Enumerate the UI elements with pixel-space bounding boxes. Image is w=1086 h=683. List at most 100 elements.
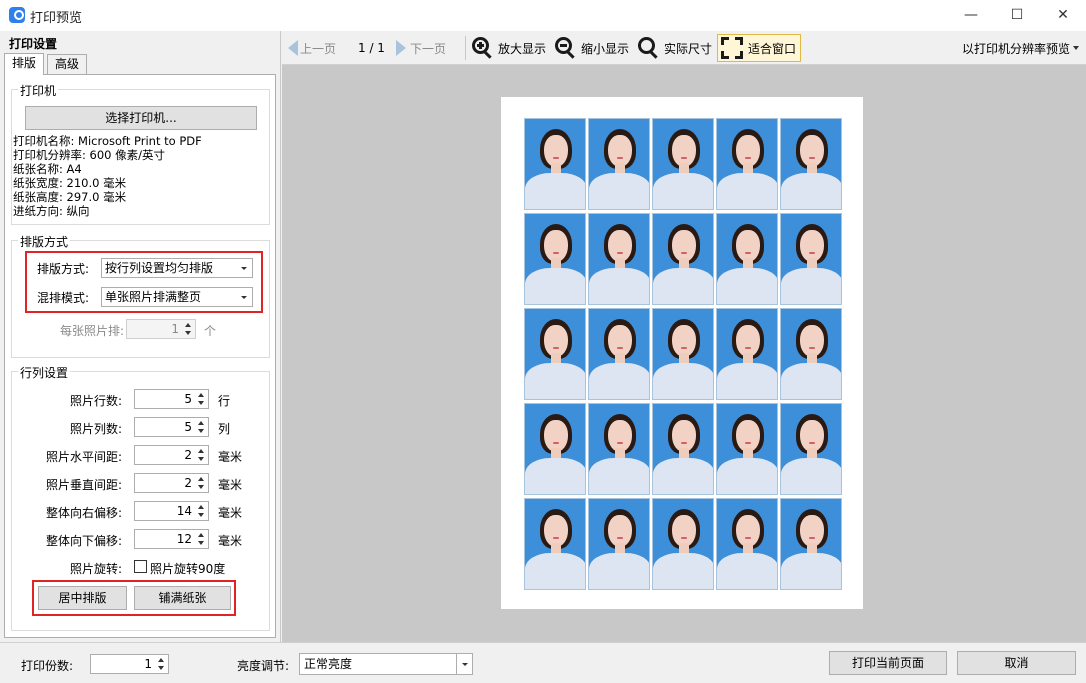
- chevron-down-icon: [241, 296, 247, 299]
- zoom-in-label: 放大显示: [498, 41, 547, 56]
- offset-right-stepper[interactable]: 14: [134, 501, 209, 521]
- zoom-in-button[interactable]: 放大显示: [472, 31, 546, 65]
- h-spacing-stepper[interactable]: 2: [134, 445, 209, 465]
- copies-stepper[interactable]: 1: [90, 654, 169, 674]
- rows-stepper[interactable]: 5: [134, 389, 209, 409]
- id-photo: [716, 213, 778, 305]
- toolbar-divider: [465, 36, 466, 60]
- window-title: 打印预览: [30, 11, 83, 26]
- cols-value: 5: [184, 420, 192, 434]
- tab-content: 打印机 选择打印机... 打印机名称: Microsoft Print to P…: [4, 74, 276, 638]
- layout-mode-value: 按行列设置均匀排版: [105, 261, 214, 275]
- copies-value: 1: [144, 657, 152, 671]
- preview-mode-dropdown[interactable]: 以打印机分辨率预览: [962, 31, 1080, 65]
- id-photo: [588, 118, 650, 210]
- paper-name-info: 纸张名称: A4: [13, 162, 82, 176]
- mix-mode-select[interactable]: 单张照片排满整页: [101, 287, 253, 307]
- v-spacing-stepper[interactable]: 2: [134, 473, 209, 493]
- stepper-arrows-icon[interactable]: [197, 393, 206, 406]
- layout-group: 排版方式 排版方式: 按行列设置均匀排版 混排模式: 单张照片排满整页 每张照片…: [11, 233, 270, 358]
- chevron-down-icon: [241, 267, 247, 270]
- copies-label: 打印份数:: [21, 659, 74, 673]
- rows-unit: 行: [218, 394, 231, 408]
- id-photo: [716, 118, 778, 210]
- v-spacing-label: 照片垂直间距:: [45, 478, 122, 492]
- prev-page-label: 上一页: [300, 41, 337, 56]
- layout-mode-select[interactable]: 按行列设置均匀排版: [101, 258, 253, 278]
- offset-down-stepper[interactable]: 12: [134, 529, 209, 549]
- panel-title: 打印设置: [9, 37, 58, 51]
- dropdown-button[interactable]: [456, 654, 472, 674]
- cancel-button[interactable]: 取消: [957, 651, 1076, 675]
- layout-mode-label: 排版方式:: [37, 262, 90, 276]
- rotate-checkbox[interactable]: [134, 560, 147, 573]
- zoom-out-button[interactable]: 缩小显示: [555, 31, 629, 65]
- id-photo: [524, 118, 586, 210]
- maximize-button[interactable]: ☐: [994, 0, 1040, 31]
- printer-group: 打印机 选择打印机... 打印机名称: Microsoft Print to P…: [11, 82, 270, 225]
- offset-right-value: 14: [176, 504, 192, 518]
- zoom-in-icon: [472, 37, 494, 59]
- page-indicator: 1 / 1: [358, 41, 385, 55]
- per-photo-value: 1: [171, 322, 179, 336]
- rows-label: 照片行数:: [69, 394, 122, 408]
- per-photo-unit: 个: [204, 324, 217, 338]
- zoom-out-label: 缩小显示: [581, 41, 630, 56]
- app-icon: [9, 7, 25, 23]
- select-printer-button[interactable]: 选择打印机...: [25, 106, 257, 130]
- stepper-arrows-icon[interactable]: [197, 421, 206, 434]
- id-photo: [780, 308, 842, 400]
- per-photo-label: 每张照片排:: [60, 324, 125, 338]
- mix-mode-value: 单张照片排满整页: [105, 290, 202, 304]
- tab-layout[interactable]: 排版: [4, 53, 45, 75]
- paper-page: [501, 97, 863, 609]
- brightness-select[interactable]: 正常亮度: [299, 653, 473, 675]
- next-page-button[interactable]: 下一页: [396, 31, 446, 65]
- minimize-button[interactable]: —: [948, 0, 994, 31]
- printer-resolution-info: 打印机分辨率: 600 像素/英寸: [13, 148, 166, 162]
- brightness-label: 亮度调节:: [237, 659, 290, 673]
- id-photo: [588, 498, 650, 590]
- prev-page-button[interactable]: 上一页: [288, 31, 336, 65]
- stepper-arrows-icon[interactable]: [184, 323, 193, 336]
- id-photo: [780, 403, 842, 495]
- id-photo: [716, 308, 778, 400]
- fill-paper-button[interactable]: 铺满纸张: [134, 586, 231, 610]
- id-photo: [780, 118, 842, 210]
- id-photo: [716, 498, 778, 590]
- offset-down-unit: 毫米: [218, 534, 243, 548]
- chevron-down-icon: [1073, 46, 1080, 50]
- grid-legend: 行列设置: [18, 364, 71, 381]
- v-spacing-value: 2: [184, 476, 192, 490]
- id-photo: [652, 213, 714, 305]
- per-photo-stepper[interactable]: 1: [126, 319, 196, 339]
- stepper-arrows-icon[interactable]: [197, 477, 206, 490]
- printer-name-info: 打印机名称: Microsoft Print to PDF: [13, 134, 202, 148]
- arrow-left-icon: [288, 40, 298, 56]
- zoom-out-icon: [555, 37, 577, 59]
- id-photo: [588, 403, 650, 495]
- paper-width-info: 纸张宽度: 210.0 毫米: [13, 176, 127, 190]
- cols-unit: 列: [218, 422, 231, 436]
- stepper-arrows-icon[interactable]: [197, 505, 206, 518]
- cols-label: 照片列数:: [69, 422, 122, 436]
- offset-right-label: 整体向右偏移:: [45, 506, 122, 520]
- id-photo: [716, 403, 778, 495]
- stepper-arrows-icon[interactable]: [157, 658, 166, 671]
- close-button[interactable]: ✕: [1040, 0, 1086, 31]
- id-photo: [780, 213, 842, 305]
- rotate-checkbox-label[interactable]: 照片旋转90度: [150, 560, 225, 577]
- layout-legend: 排版方式: [18, 233, 71, 250]
- stepper-arrows-icon[interactable]: [197, 449, 206, 462]
- rows-value: 5: [184, 392, 192, 406]
- fit-window-button[interactable]: 适合窗口: [717, 34, 802, 62]
- cols-stepper[interactable]: 5: [134, 417, 209, 437]
- tab-advanced[interactable]: 高级: [47, 54, 88, 74]
- preview-mode-label: 以打印机分辨率预览: [962, 41, 1071, 56]
- print-page-button[interactable]: 打印当前页面: [829, 651, 947, 675]
- center-layout-button[interactable]: 居中排版: [38, 586, 127, 610]
- brightness-value: 正常亮度: [304, 657, 353, 671]
- id-photo: [524, 308, 586, 400]
- stepper-arrows-icon[interactable]: [197, 533, 206, 546]
- actual-size-button[interactable]: 实际尺寸: [638, 31, 712, 65]
